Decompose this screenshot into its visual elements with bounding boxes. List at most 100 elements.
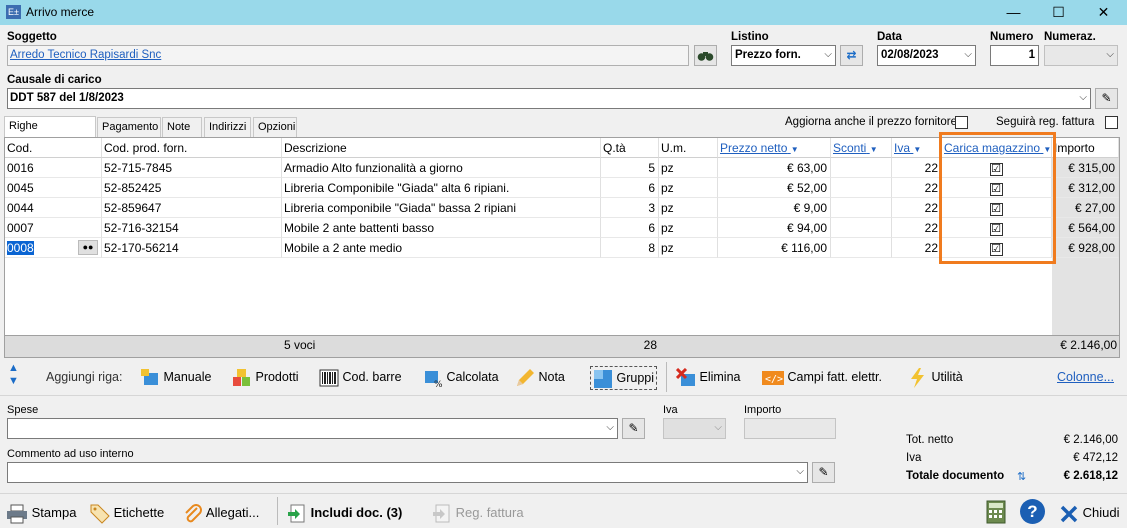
campi-fatt-button[interactable]: </> Campi fatt. elettr. (762, 366, 882, 388)
tab-opzioni[interactable]: Opzioni (253, 117, 297, 137)
cell-desc[interactable]: Armadio Alto funzionalità a giorno (282, 158, 601, 178)
cell-prezzo[interactable]: € 63,00 (718, 158, 831, 178)
cell-cod[interactable]: 0007 (5, 218, 102, 238)
numeraz-select[interactable]: ⌵ (1044, 45, 1118, 66)
tab-pagamento[interactable]: Pagamento (97, 117, 161, 137)
cell-iva[interactable]: 22 (892, 198, 942, 218)
listino-select[interactable]: Prezzo forn. ⌵ (731, 45, 836, 66)
cell-desc[interactable]: Mobile a 2 ante medio (282, 238, 601, 258)
etichette-button[interactable]: Etichette (90, 503, 164, 524)
help-icon[interactable]: ? (1020, 499, 1045, 524)
numero-field[interactable]: 1 (990, 45, 1039, 66)
col-header-um[interactable]: U.m. (659, 138, 718, 158)
tab-indirizzi[interactable]: Indirizzi (204, 117, 251, 137)
causale-select[interactable]: DDT 587 del 1/8/2023 ⌵ (7, 88, 1091, 109)
col-header-prezzo[interactable]: Prezzo netto ▼ (718, 138, 831, 158)
cell-codforn[interactable]: 52-716-32154 (102, 218, 282, 238)
cell-desc[interactable]: Libreria Componibile "Giada" alta 6 ripi… (282, 178, 601, 198)
calcolata-button[interactable]: % Calcolata (423, 366, 499, 388)
cell-codforn[interactable]: 52-170-56214 (102, 238, 282, 258)
cell-um[interactable]: pz (659, 198, 718, 218)
aggiorna-prezzo-checkbox[interactable] (955, 116, 968, 129)
nota-button[interactable]: Nota (515, 366, 565, 388)
edit-spese-button[interactable]: ✎ (622, 418, 645, 439)
cell-cod[interactable]: 0044 (5, 198, 102, 218)
soggetto-link[interactable]: Arredo Tecnico Rapisardi Snc (10, 49, 161, 61)
righe-grid[interactable]: Cod. Cod. prod. forn. Descrizione Q.tà U… (4, 132, 1120, 358)
seguira-fattura-checkbox[interactable] (1105, 116, 1118, 129)
chiudi-button[interactable]: Chiudi (1059, 503, 1119, 523)
calculator-button[interactable] (986, 500, 1006, 527)
cell-sconti[interactable] (831, 198, 892, 218)
cell-codforn[interactable]: 52-852425 (102, 178, 282, 198)
elimina-button[interactable]: Elimina (676, 366, 740, 388)
tab-righe-documento[interactable]: Righe documento (4, 116, 96, 150)
cell-codforn[interactable]: 52-715-7845 (102, 158, 282, 178)
data-field[interactable]: 02/08/2023 ⌵ (877, 45, 976, 66)
cod-barre-button[interactable]: Cod. barre (319, 366, 402, 388)
cell-um[interactable]: pz (659, 178, 718, 198)
cell-iva[interactable]: 22 (892, 238, 942, 258)
col-header-codforn[interactable]: Cod. prod. forn. (102, 138, 282, 158)
cell-prezzo[interactable]: € 9,00 (718, 198, 831, 218)
binoculars-search-button[interactable] (694, 45, 717, 66)
stampa-button[interactable]: Stampa (6, 503, 76, 524)
cell-desc[interactable]: Libreria componibile "Giada" bassa 2 rip… (282, 198, 601, 218)
cell-sconti[interactable] (831, 178, 892, 198)
cell-prezzo[interactable]: € 94,00 (718, 218, 831, 238)
col-header-sconti[interactable]: Sconti ▼ (831, 138, 892, 158)
cell-importo[interactable]: € 315,00 (1052, 158, 1119, 178)
cell-qta[interactable]: 8 (601, 238, 659, 258)
col-header-cod[interactable]: Cod. (5, 138, 102, 158)
cell-codforn[interactable]: 52-859647 (102, 198, 282, 218)
iva-spese-select[interactable]: ⌵ (663, 418, 726, 439)
soggetto-field[interactable]: Arredo Tecnico Rapisardi Snc (7, 45, 689, 66)
cell-cod[interactable]: 0016 (5, 158, 102, 178)
cell-um[interactable]: pz (659, 218, 718, 238)
commento-select[interactable]: ⌵ (7, 462, 808, 483)
col-header-iva[interactable]: Iva ▼ (892, 138, 942, 158)
cell-iva[interactable]: 22 (892, 178, 942, 198)
cell-importo[interactable]: € 27,00 (1052, 198, 1119, 218)
edit-causale-button[interactable]: ✎ (1095, 88, 1118, 109)
includi-doc-button[interactable]: Includi doc. (3) (287, 503, 402, 523)
cell-importo[interactable]: € 928,00 (1052, 238, 1119, 258)
binoculars-icon[interactable]: ●● (78, 240, 98, 255)
colonne-link[interactable]: Colonne... (1057, 366, 1114, 388)
move-down-icon[interactable]: ▼ (8, 375, 19, 388)
cell-sconti[interactable] (831, 158, 892, 178)
move-row-arrows[interactable]: ▲ ▼ (8, 362, 19, 388)
utilita-button[interactable]: Utilità (908, 366, 963, 388)
allegati-button[interactable]: Allegati... (183, 503, 259, 523)
cell-qta[interactable]: 3 (601, 198, 659, 218)
cell-prezzo[interactable]: € 116,00 (718, 238, 831, 258)
move-up-icon[interactable]: ▲ (8, 362, 19, 375)
reg-fattura-button[interactable]: Reg. fattura (432, 503, 524, 523)
importo-spese-field[interactable] (744, 418, 836, 439)
cell-um[interactable]: pz (659, 158, 718, 178)
cell-qta[interactable]: 6 (601, 218, 659, 238)
cell-iva[interactable]: 22 (892, 218, 942, 238)
cell-importo[interactable]: € 312,00 (1052, 178, 1119, 198)
col-header-descrizione[interactable]: Descrizione (282, 138, 601, 158)
spese-select[interactable]: ⌵ (7, 418, 618, 439)
col-header-importo[interactable]: Importo (1052, 138, 1119, 158)
cell-desc[interactable]: Mobile 2 ante battenti basso (282, 218, 601, 238)
maximize-button[interactable]: ☐ (1036, 0, 1081, 25)
cell-qta[interactable]: 6 (601, 178, 659, 198)
cell-qta[interactable]: 5 (601, 158, 659, 178)
cell-prezzo[interactable]: € 52,00 (718, 178, 831, 198)
col-header-qta[interactable]: Q.tà (601, 138, 659, 158)
cell-um[interactable]: pz (659, 238, 718, 258)
cell-cod[interactable]: ●● 0008 (5, 238, 102, 258)
manuale-button[interactable]: Manuale (140, 366, 211, 388)
cell-sconti[interactable] (831, 218, 892, 238)
close-window-button[interactable]: ✕ (1081, 0, 1126, 25)
cell-iva[interactable]: 22 (892, 158, 942, 178)
tab-note[interactable]: Note (162, 117, 202, 137)
minimize-button[interactable]: — (991, 0, 1036, 25)
refresh-listino-button[interactable]: ⇄ (840, 45, 863, 66)
cell-cod[interactable]: 0045 (5, 178, 102, 198)
cell-importo[interactable]: € 564,00 (1052, 218, 1119, 238)
gruppi-button[interactable]: Gruppi (590, 366, 658, 390)
